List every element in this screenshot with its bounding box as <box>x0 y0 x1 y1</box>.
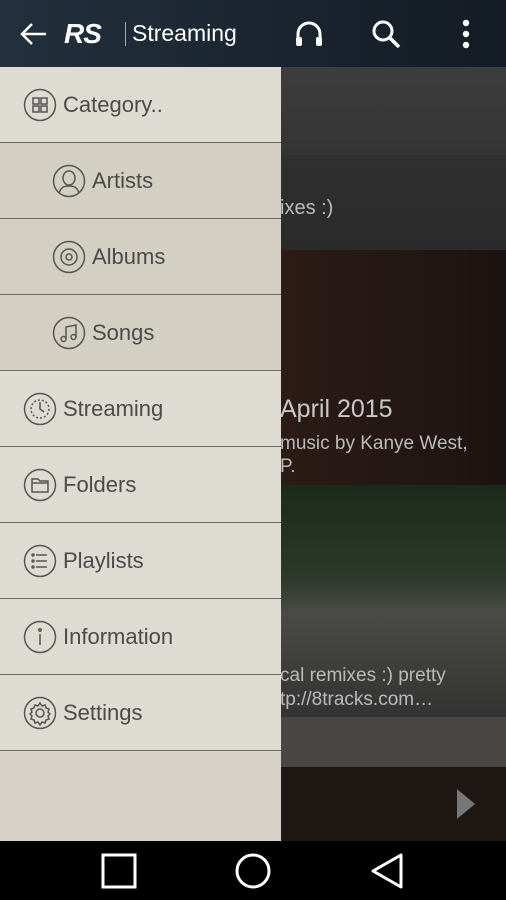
drawer-item-label: Information <box>63 623 174 649</box>
back-icon[interactable] <box>370 853 404 889</box>
person-icon <box>52 164 86 197</box>
navigation-drawer: Category.. Artists Albums Songs Streaming Fol… <box>0 67 281 841</box>
card-description: P. <box>280 456 296 477</box>
drawer-item-label: Playlists <box>63 547 144 573</box>
drawer-item-streaming[interactable]: Streaming <box>0 371 281 447</box>
home-icon[interactable] <box>234 852 272 890</box>
disc-icon <box>52 240 86 273</box>
drawer-item-artists[interactable]: Artists <box>0 143 281 219</box>
drawer-item-label: Folders <box>63 471 137 497</box>
card-description: ixes :) <box>280 197 334 219</box>
drawer-item-label: Artists <box>92 167 154 193</box>
search-icon[interactable] <box>370 18 402 50</box>
card-title: April 2015 <box>280 395 393 423</box>
info-icon <box>23 620 57 653</box>
streaming-icon <box>23 392 57 425</box>
drawer-item-label: Category.. <box>63 91 163 117</box>
more-vert-icon[interactable] <box>450 18 482 50</box>
drawer-item-label: Songs <box>92 319 155 345</box>
drawer-item-albums[interactable]: Albums <box>0 219 281 295</box>
drawer-item-playlists[interactable]: Playlists <box>0 523 281 599</box>
drawer-item-songs[interactable]: Songs <box>0 295 281 371</box>
drawer-item-information[interactable]: Information <box>0 599 281 675</box>
drawer-item-label: Streaming <box>63 395 164 421</box>
back-arrow-icon[interactable] <box>18 20 50 48</box>
drawer-item-category[interactable]: Category.. <box>0 67 281 143</box>
drawer-item-label: Albums <box>92 243 166 269</box>
gear-icon <box>23 696 57 729</box>
list-icon <box>23 544 57 577</box>
drawer-item-label: Settings <box>63 699 143 725</box>
drawer-item-settings[interactable]: Settings <box>0 675 281 751</box>
card-description: cal remixes :) pretty <box>280 665 446 686</box>
headphones-icon[interactable] <box>293 18 325 50</box>
play-icon[interactable] <box>455 787 477 821</box>
page-title: Streaming <box>132 20 237 46</box>
folder-icon <box>23 468 57 501</box>
app-logo: RS <box>64 18 102 49</box>
drawer-item-folders[interactable]: Folders <box>0 447 281 523</box>
grid-icon <box>23 88 57 121</box>
app-bar: RS Streaming <box>0 0 506 67</box>
divider <box>125 22 126 46</box>
system-nav-bar <box>0 841 506 900</box>
recents-icon[interactable] <box>101 853 137 889</box>
card-description: music by Kanye West, <box>280 433 468 454</box>
card-description: tp://8tracks.com… <box>280 689 434 710</box>
music-note-icon <box>52 316 86 349</box>
